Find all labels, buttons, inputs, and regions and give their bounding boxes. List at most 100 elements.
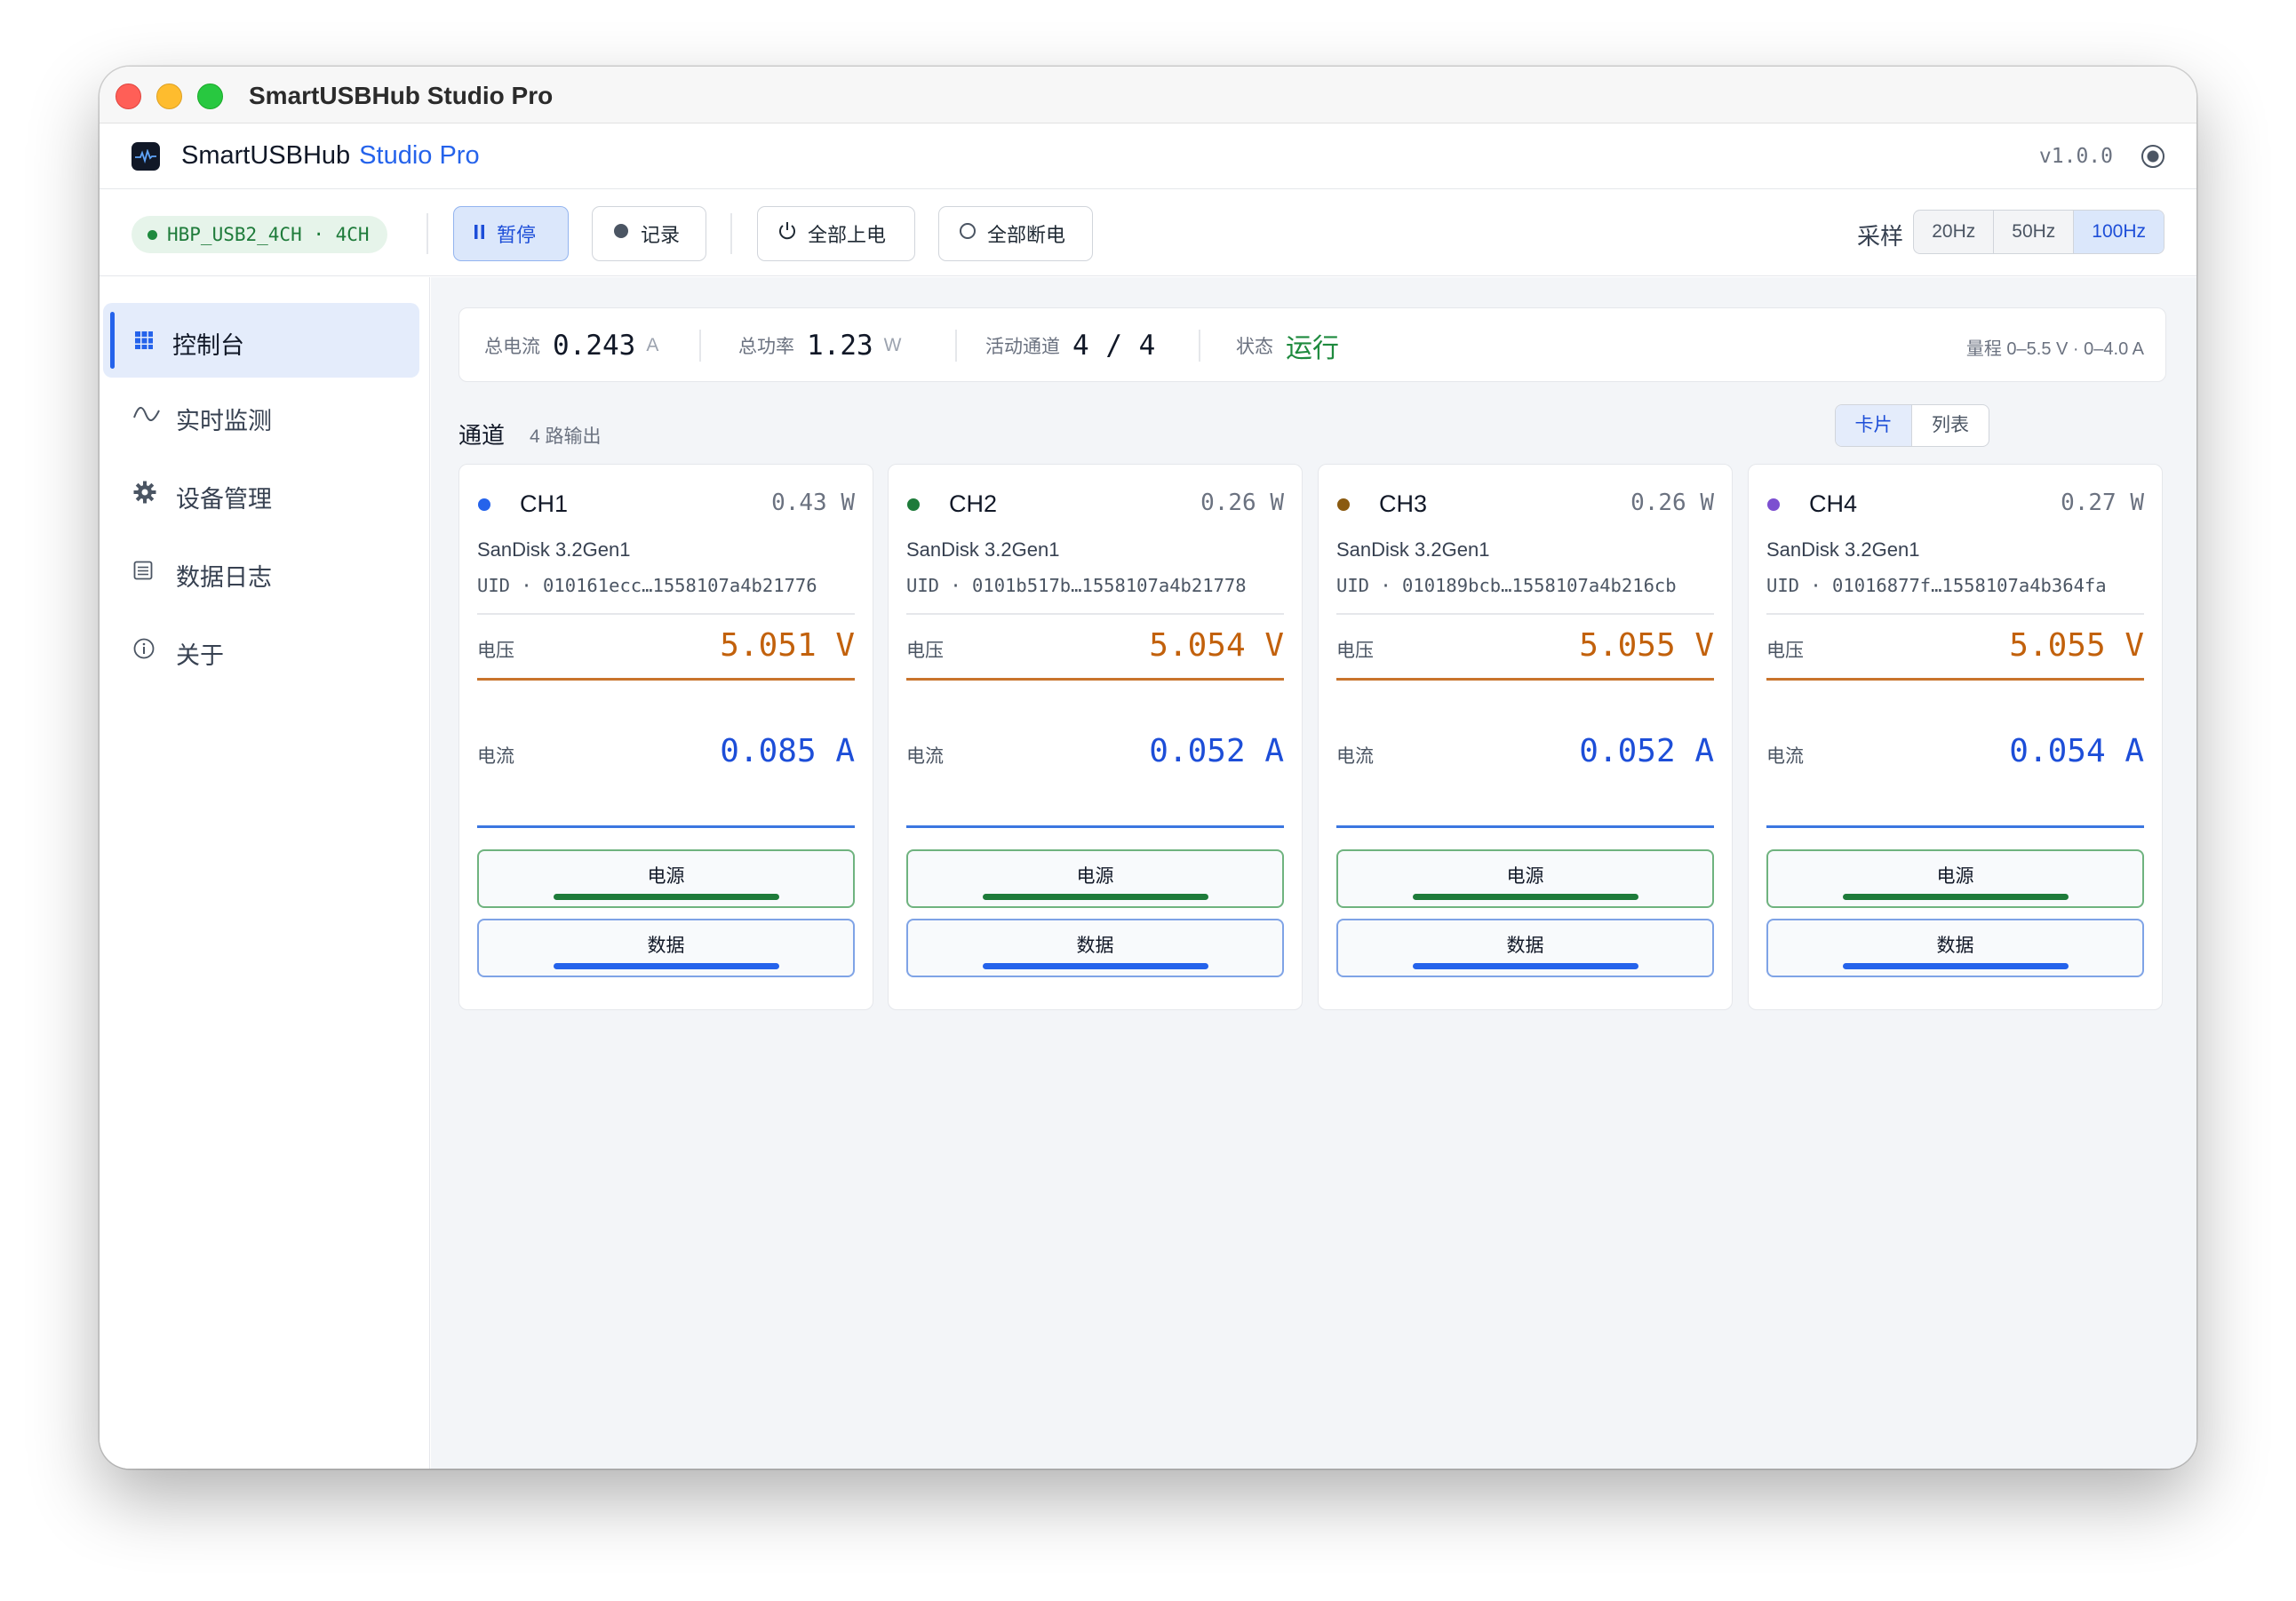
power-all-off-button[interactable]: 全部断电 — [938, 206, 1093, 261]
power-toggle-label: 电源 — [1936, 866, 1974, 887]
power-toggle-button[interactable]: 电源 — [477, 849, 855, 908]
device-model: SanDisk 3.2Gen1 — [906, 538, 1060, 561]
sidebar-item-label: 控制台 — [172, 332, 244, 359]
voltage-label: 电压 — [1336, 641, 1374, 661]
device-uid: UID · 0101b517b…1558107a4b21778 — [906, 575, 1247, 596]
active-channels-label: 活动通道 — [985, 337, 1060, 357]
sidebar-item-label: 设备管理 — [176, 486, 272, 513]
power-toggle-label: 电源 — [1506, 866, 1544, 887]
app-name-text: SmartUSBHub — [181, 141, 351, 170]
total-current-value: 0.243 — [553, 330, 636, 362]
window-title: SmartUSBHub Studio Pro — [249, 82, 554, 109]
channel-power: 0.26 W — [1630, 490, 1714, 516]
data-toggle-button[interactable]: 数据 — [1336, 919, 1714, 977]
voltage-sparkline — [477, 678, 855, 681]
app-header: SmartUSBHub Studio Pro v1.0.0 — [100, 123, 2196, 189]
sidebar-item-devices[interactable]: 设备管理 — [103, 457, 419, 531]
sidebar-item-label: 实时监测 — [176, 408, 272, 434]
device-model: SanDisk 3.2Gen1 — [1336, 538, 1490, 561]
total-power-unit: W — [883, 335, 902, 355]
channel-power: 0.26 W — [1200, 490, 1284, 516]
gear-icon — [133, 480, 160, 506]
power-toggle-label: 电源 — [1076, 866, 1114, 887]
voltage-value: 5.055 V — [2009, 627, 2144, 664]
zoom-window-button[interactable] — [197, 84, 223, 109]
sidebar-item-label: 关于 — [176, 642, 224, 669]
view-mode-list[interactable]: 列表 — [1912, 405, 1989, 446]
info-icon — [133, 636, 160, 663]
voltage-label: 电压 — [1766, 641, 1804, 661]
theme-toggle-icon[interactable] — [2141, 145, 2164, 168]
total-current-stat: 总电流 0.243 A — [484, 308, 658, 383]
device-uid: UID · 010189bcb…1558107a4b216cb — [1336, 575, 1677, 596]
channel-power: 0.43 W — [771, 490, 855, 516]
channel-color-dot — [478, 498, 490, 511]
app-version: v1.0.0 — [2038, 145, 2113, 168]
app-window: SmartUSBHub Studio Pro SmartUSBHub Studio… — [100, 67, 2196, 1469]
section-title: 通道 — [458, 422, 506, 449]
app-edition: Studio Pro — [359, 141, 480, 170]
card-divider — [1766, 613, 2144, 615]
data-toggle-label: 数据 — [1936, 936, 1974, 956]
device-label: HBP_USB2_4CH · 4CH — [167, 224, 370, 245]
power-toggle-button[interactable]: 电源 — [1766, 849, 2144, 908]
current-value: 0.054 A — [2009, 733, 2144, 769]
power-toggle-button[interactable]: 电源 — [906, 849, 1284, 908]
power-toggle-button[interactable]: 电源 — [1336, 849, 1714, 908]
current-sparkline — [1336, 825, 1714, 828]
voltage-sparkline — [906, 678, 1284, 681]
view-mode-toggle: 卡片 列表 — [1835, 404, 1989, 447]
channel-name: CH4 — [1809, 490, 1858, 517]
device-model: SanDisk 3.2Gen1 — [477, 538, 631, 561]
voltage-value: 5.054 V — [1149, 627, 1284, 664]
current-label: 电流 — [906, 746, 944, 767]
summary-bar: 总电流 0.243 A 总功率 1.23 W 活动通道 4 / 4 状态 运行 … — [458, 307, 2166, 382]
section-subtitle: 4 路输出 — [530, 426, 602, 447]
current-sparkline — [1766, 825, 2144, 828]
channel-name: CH1 — [520, 490, 569, 517]
data-toggle-button[interactable]: 数据 — [477, 919, 855, 977]
total-current-label: 总电流 — [484, 337, 540, 357]
power-icon — [777, 221, 797, 246]
data-toggle-button[interactable]: 数据 — [1766, 919, 2144, 977]
power-all-on-button[interactable]: 全部上电 — [757, 206, 915, 261]
power-on-indicator — [553, 894, 779, 900]
sample-rate-20hz[interactable]: 20Hz — [1914, 211, 1995, 253]
status-stat: 状态 运行 — [1236, 308, 1339, 383]
record-button[interactable]: 记录 — [592, 206, 706, 261]
sidebar-item-console[interactable]: 控制台 — [103, 303, 419, 378]
voltage-sparkline — [1336, 678, 1714, 681]
current-value: 0.085 A — [720, 733, 855, 769]
power-on-indicator — [1412, 894, 1638, 900]
device-model: SanDisk 3.2Gen1 — [1766, 538, 1920, 561]
channel-name: CH3 — [1379, 490, 1428, 517]
channel-name: CH2 — [949, 490, 998, 517]
channel-color-dot — [1337, 498, 1350, 511]
title-bar: SmartUSBHub Studio Pro — [100, 67, 2196, 123]
view-mode-card[interactable]: 卡片 — [1836, 405, 1912, 446]
card-divider — [906, 613, 1284, 615]
data-on-indicator — [982, 963, 1208, 969]
close-window-button[interactable] — [116, 84, 141, 109]
minimize-window-button[interactable] — [156, 84, 182, 109]
voltage-value: 5.051 V — [720, 627, 855, 664]
device-badge: HBP_USB2_4CH · 4CH — [132, 216, 387, 253]
channel-card: CH2 0.26 W SanDisk 3.2Gen1 UID · 0101b51… — [888, 464, 1303, 1010]
sample-rate-100hz[interactable]: 100Hz — [2074, 211, 2164, 253]
stat-divider — [1199, 330, 1200, 362]
pause-button[interactable]: 暂停 — [453, 206, 569, 261]
pause-icon — [474, 222, 486, 245]
sample-rate-selector: 20Hz 50Hz 100Hz — [1913, 210, 2164, 254]
sidebar-item-logs[interactable]: 数据日志 — [103, 535, 419, 609]
sidebar-item-about[interactable]: 关于 — [103, 613, 419, 688]
status-label: 状态 — [1236, 337, 1273, 357]
data-toggle-button[interactable]: 数据 — [906, 919, 1284, 977]
record-label: 记录 — [641, 224, 681, 246]
sidebar: 控制台 实时监测 设备管理 数据日志 关于 — [100, 277, 430, 1469]
stat-divider — [955, 330, 957, 362]
sample-rate-50hz[interactable]: 50Hz — [1994, 211, 2075, 253]
data-on-indicator — [553, 963, 779, 969]
sidebar-item-realtime[interactable]: 实时监测 — [103, 378, 419, 453]
active-channels-stat: 活动通道 4 / 4 — [985, 308, 1155, 383]
app-logo-icon — [132, 142, 160, 171]
